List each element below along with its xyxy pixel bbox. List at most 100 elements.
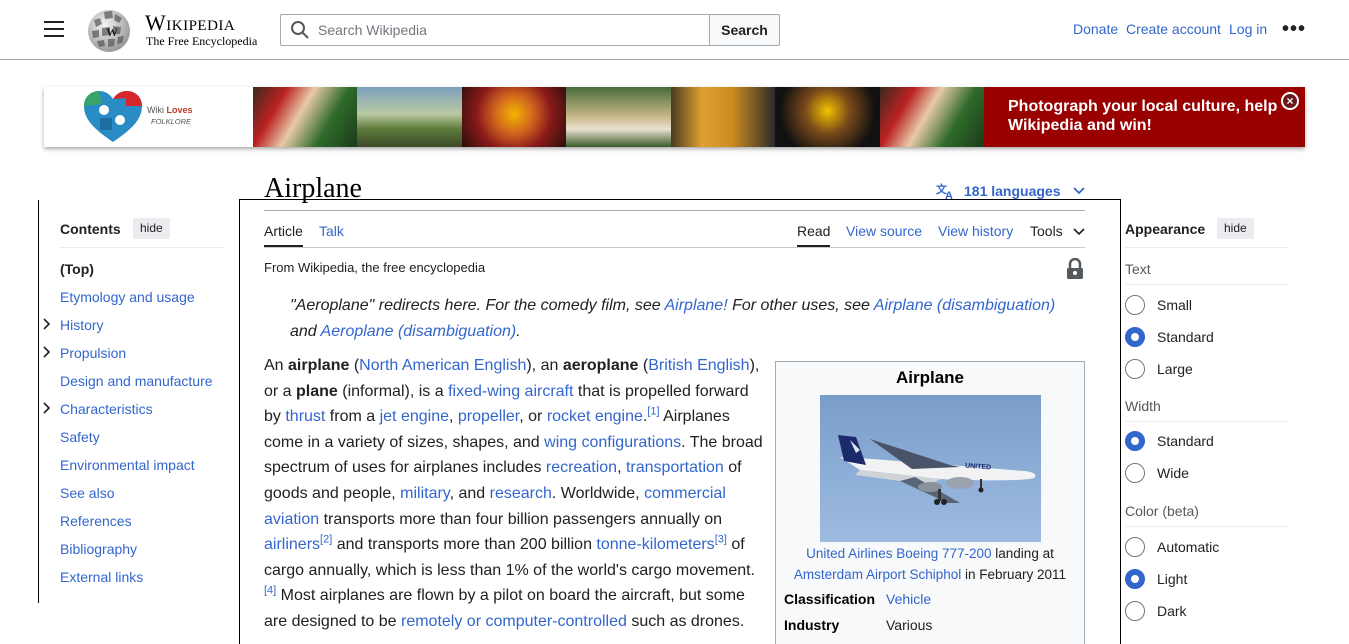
lock-icon[interactable] (1066, 258, 1084, 280)
citation-link[interactable]: [1] (647, 406, 659, 418)
toc-item-characteristics[interactable]: Characteristics (60, 401, 153, 417)
caption-aircraft-link[interactable]: United Airlines Boeing 777-200 (806, 546, 991, 561)
campaign-banner[interactable]: Wiki Loves FOLKLORE Photograph your loca… (44, 87, 1305, 147)
chevron-right-icon[interactable] (43, 346, 51, 361)
chevron-right-icon[interactable] (43, 402, 51, 417)
banner-photo (461, 87, 567, 147)
banner-message[interactable]: Photograph your local culture, help Wiki… (984, 87, 1305, 147)
tab-view-source[interactable]: View source (846, 223, 922, 239)
translate-icon: 文A (936, 182, 953, 200)
banner-photo (879, 87, 984, 147)
article-link[interactable]: jet engine (380, 408, 449, 425)
toc-item-bibliography[interactable]: Bibliography (60, 541, 137, 557)
citation-link[interactable]: [4] (264, 585, 276, 597)
appearance-heading: Appearance (1125, 221, 1206, 237)
hatnote: "Aeroplane" redirects here. For the come… (290, 293, 1080, 345)
article-link[interactable]: research (490, 485, 552, 502)
toc-item-etymology-and-usage[interactable]: Etymology and usage (60, 289, 195, 305)
radio-button[interactable] (1125, 601, 1145, 621)
toc-item-external-links[interactable]: External links (60, 569, 143, 585)
appearance-divider (1125, 284, 1289, 285)
search-icon (291, 21, 309, 39)
tab-article[interactable]: Article (264, 223, 303, 239)
article-link[interactable]: transportation (626, 459, 724, 476)
article-link[interactable]: propeller (458, 408, 519, 425)
banner-logo-folklore: FOLKLORE (151, 117, 192, 126)
donate-link[interactable]: Donate (1073, 21, 1118, 37)
article-link[interactable]: rocket engine (547, 408, 643, 425)
hatnote-link[interactable]: Airplane! (664, 297, 727, 314)
width-option-wide[interactable]: Wide (1125, 463, 1189, 483)
wikipedia-globe-icon[interactable]: W (84, 6, 134, 54)
article-link[interactable]: fixed-wing aircraft (448, 383, 573, 400)
banner-photo-strip (253, 87, 984, 147)
bold-term: aeroplane (562, 357, 639, 374)
radio-label: Standard (1157, 329, 1214, 345)
more-options-icon[interactable]: ••• (1282, 18, 1306, 41)
article-link[interactable]: remotely or computer-controlled (401, 613, 627, 630)
article-link[interactable]: thrust (285, 408, 325, 425)
color-option-light[interactable]: Light (1125, 569, 1187, 589)
banner-close-icon[interactable]: × (1281, 92, 1299, 110)
appearance-divider (1125, 421, 1289, 422)
toc-item-references[interactable]: References (60, 513, 132, 529)
search-box (280, 14, 710, 46)
chevron-down-icon (1073, 228, 1085, 236)
text-size-option-small[interactable]: Small (1125, 295, 1192, 315)
radio-button[interactable] (1125, 295, 1145, 315)
log-in-link[interactable]: Log in (1229, 21, 1267, 37)
article-link[interactable]: British English (648, 357, 749, 374)
hatnote-link[interactable]: Airplane (disambiguation) (874, 297, 1055, 314)
toc-item-see-also[interactable]: See also (60, 485, 114, 501)
tools-menu[interactable]: Tools (1030, 223, 1085, 239)
text-size-option-standard[interactable]: Standard (1125, 327, 1214, 347)
puzzle-heart-icon (84, 91, 142, 142)
article-link[interactable]: tonne-kilometers (596, 536, 714, 553)
radio-button[interactable] (1125, 569, 1145, 589)
infobox-value-link[interactable]: Vehicle (886, 591, 931, 607)
text-size-option-large[interactable]: Large (1125, 359, 1193, 379)
width-option-standard[interactable]: Standard (1125, 431, 1214, 451)
citation-link[interactable]: [3] (715, 534, 727, 546)
toc-hide-button[interactable]: hide (133, 218, 170, 239)
article-link[interactable]: military (400, 485, 449, 502)
main-menu-icon[interactable] (44, 21, 64, 37)
appearance-hide-button[interactable]: hide (1217, 218, 1254, 239)
infobox-image[interactable]: UNITED (820, 395, 1041, 542)
search-button[interactable]: Search (709, 14, 780, 46)
create-account-link[interactable]: Create account (1126, 21, 1221, 37)
tab-talk[interactable]: Talk (319, 223, 344, 239)
tab-view-history[interactable]: View history (938, 223, 1013, 239)
toc-item-history[interactable]: History (60, 317, 104, 333)
toc-item-safety[interactable]: Safety (60, 429, 100, 445)
wikipedia-wordmark[interactable]: Wikipedia (145, 10, 235, 36)
radio-button[interactable] (1125, 327, 1145, 347)
toc-item-environmental-impact[interactable]: Environmental impact (60, 457, 195, 473)
toc-item-top[interactable]: (Top) (60, 261, 94, 277)
citation: [4] (264, 585, 276, 597)
toc-item-design-and-manufacture[interactable]: Design and manufacture (60, 373, 213, 389)
chevron-right-icon[interactable] (43, 318, 51, 333)
search-input[interactable] (318, 22, 698, 38)
caption-airport-link[interactable]: Amsterdam Airport Schiphol (794, 567, 961, 582)
color-option-automatic[interactable]: Automatic (1125, 537, 1219, 557)
hatnote-link[interactable]: Aeroplane (disambiguation) (321, 323, 517, 340)
radio-label: Small (1157, 297, 1193, 313)
article-lead-paragraph: An airplane (North American English), an… (264, 353, 764, 635)
radio-button[interactable] (1125, 359, 1145, 379)
radio-button[interactable] (1125, 431, 1145, 451)
article-text: , or (519, 408, 547, 426)
article-link[interactable]: airliners (264, 536, 320, 553)
toc-item-propulsion[interactable]: Propulsion (60, 345, 126, 361)
citation-link[interactable]: [2] (320, 534, 332, 546)
radio-button[interactable] (1125, 463, 1145, 483)
language-selector[interactable]: 文A 181 languages (936, 182, 1085, 200)
tabs-divider (264, 247, 1085, 248)
tab-read[interactable]: Read (797, 223, 830, 239)
article-link[interactable]: wing configurations (544, 434, 681, 451)
radio-button[interactable] (1125, 537, 1145, 557)
article-link[interactable]: North American English (359, 357, 526, 374)
wikipedia-tagline: The Free Encyclopedia (146, 34, 258, 48)
article-link[interactable]: recreation (546, 459, 617, 476)
color-option-dark[interactable]: Dark (1125, 601, 1187, 621)
